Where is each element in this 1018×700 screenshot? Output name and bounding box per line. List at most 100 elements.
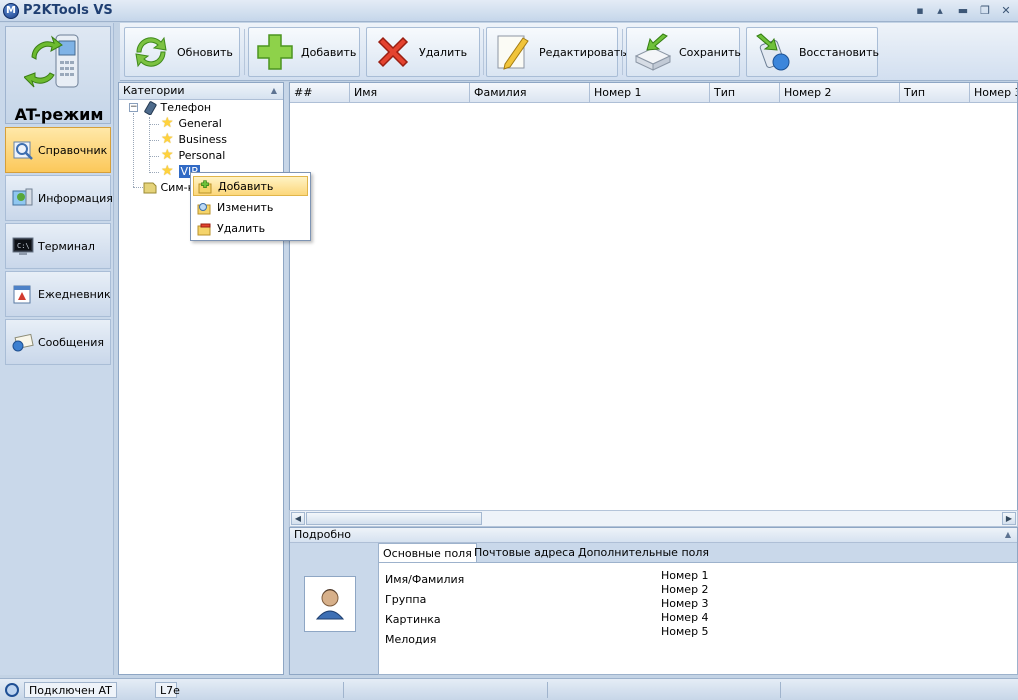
info-icon: [12, 188, 33, 206]
field-label-number5: Номер 5: [661, 625, 709, 638]
field-label-ringtone: Мелодия: [385, 633, 437, 646]
toolbar-separator: [483, 29, 484, 75]
delete-folder-icon: [197, 223, 211, 236]
tab-extra-fields[interactable]: Дополнительные поля: [574, 543, 713, 563]
app-logo-icon: [3, 3, 19, 19]
tree-node-business[interactable]: ★ Business: [161, 132, 227, 148]
system-menu-icon[interactable]: ▪: [912, 4, 928, 18]
tab-main-fields[interactable]: Основные поля: [378, 543, 477, 563]
terminal-icon: C:\: [12, 237, 34, 255]
nav-messages[interactable]: Сообщения: [5, 319, 111, 365]
tree-node-phone[interactable]: Телефон: [143, 100, 211, 116]
panel-splitter[interactable]: [284, 82, 288, 675]
person-avatar-icon: [315, 589, 345, 620]
svg-text:C:\: C:\: [17, 242, 30, 250]
scroll-right-arrow-icon[interactable]: ▶: [1002, 512, 1016, 525]
tree-expander-phone[interactable]: −: [129, 103, 138, 112]
phone-model: L7e: [155, 682, 180, 698]
collapse-arrow-icon[interactable]: ▲: [1005, 528, 1011, 542]
collapse-icon[interactable]: ▴: [932, 4, 948, 18]
scroll-thumb[interactable]: [306, 512, 482, 525]
nav-information-label: Информация: [38, 191, 113, 205]
edit-button-label: Редактировать: [539, 45, 627, 59]
add-folder-icon: [198, 180, 212, 194]
phone-sync-icon: [24, 34, 79, 88]
status-divider: [780, 682, 781, 698]
save-button-label: Сохранить: [679, 45, 741, 59]
nav-messages-label: Сообщения: [38, 335, 105, 349]
connection-status: Подключен AT: [24, 682, 117, 698]
field-label-picture: Картинка: [385, 613, 441, 626]
tree-node-business-label: Business: [178, 133, 228, 146]
edit-folder-icon: [197, 203, 211, 215]
phonebook-icon: [13, 141, 33, 160]
restore-button[interactable]: Восстановить: [746, 27, 879, 77]
minimize-button[interactable]: ▬: [955, 4, 971, 18]
nav-terminal[interactable]: C:\ Терминал: [5, 223, 111, 269]
details-title: Подробно: [294, 528, 352, 541]
context-menu-edit-label: Изменить: [217, 201, 274, 214]
status-divider: [547, 682, 548, 698]
column-header-name[interactable]: Имя: [350, 83, 470, 103]
delete-x-icon: [377, 36, 409, 68]
context-menu-add[interactable]: Добавить: [193, 176, 308, 196]
edit-button[interactable]: Редактировать: [486, 27, 627, 77]
nav-organizer[interactable]: Ежедневник: [5, 271, 111, 317]
context-menu-edit[interactable]: Изменить: [193, 198, 308, 218]
column-header-number3[interactable]: Номер 3: [970, 83, 1017, 103]
field-label-number3: Номер 3: [661, 597, 709, 610]
context-menu-delete-label: Удалить: [217, 222, 266, 235]
title-bar: P2KTools VS ▪ ▴ ▬ ❐ ✕: [0, 0, 1018, 22]
column-header-surname[interactable]: Фамилия: [470, 83, 590, 103]
status-bar: Подключен AT L7e: [0, 678, 1018, 700]
at-mode-panel[interactable]: AT-режим: [5, 26, 111, 124]
context-menu-delete[interactable]: Удалить: [193, 219, 308, 239]
column-header-number1[interactable]: Номер 1: [590, 83, 710, 103]
category-context-menu: Добавить Изменить Удалить: [190, 172, 311, 241]
contact-picture[interactable]: [304, 576, 356, 632]
column-header-number[interactable]: ##: [290, 83, 350, 103]
scroll-left-arrow-icon[interactable]: ◀: [291, 512, 305, 525]
details-main-fields: Имя/Фамилия Группа Картинка Мелодия Номе…: [378, 562, 1018, 675]
collapse-arrow-icon[interactable]: ▲: [271, 83, 277, 99]
grid-horizontal-scrollbar[interactable]: ◀ ▶: [289, 510, 1018, 527]
tree-line: [133, 187, 143, 188]
left-navigation: AT-режим Справочник Информация C:\ Терми…: [0, 23, 114, 675]
restore-button-label: Восстановить: [799, 45, 879, 59]
toolbar-separator: [244, 29, 245, 75]
nav-phonebook-label: Справочник: [38, 143, 108, 157]
contacts-grid: ## Имя Фамилия Номер 1 Тип Номер 2 Тип Н…: [289, 82, 1018, 527]
field-label-number1: Номер 1: [661, 569, 709, 582]
main-toolbar: Обновить Добавить Удалить Редактировать …: [120, 23, 1018, 81]
refresh-icon: [135, 36, 167, 68]
tree-node-general[interactable]: ★ General: [161, 116, 222, 132]
delete-button-label: Удалить: [419, 45, 468, 59]
maximize-button[interactable]: ❐: [977, 4, 993, 18]
add-button-label: Добавить: [301, 45, 357, 59]
add-button[interactable]: Добавить: [248, 27, 360, 77]
categories-panel: Категории ▲ − Телефон ★ General ★ Busine…: [118, 82, 284, 675]
nav-information[interactable]: Информация: [5, 175, 113, 221]
group-star-icon: ★: [161, 163, 174, 179]
tab-mail-addresses[interactable]: Почтовые адреса: [470, 543, 579, 563]
field-label-number2: Номер 2: [661, 583, 709, 596]
details-header: Подробно ▲: [290, 528, 1017, 543]
tree-node-sim[interactable]: Сим-к: [143, 180, 194, 196]
save-device-icon: [634, 33, 672, 71]
restore-icon: [756, 33, 790, 71]
save-button[interactable]: Сохранить: [626, 27, 741, 77]
phone-icon: [144, 101, 157, 116]
column-header-type1[interactable]: Тип: [710, 83, 780, 103]
field-label-full-name: Имя/Фамилия: [385, 573, 465, 586]
close-button[interactable]: ✕: [998, 4, 1014, 18]
nav-phonebook[interactable]: Справочник: [5, 127, 111, 173]
refresh-button[interactable]: Обновить: [124, 27, 240, 77]
column-header-type2[interactable]: Тип: [900, 83, 970, 103]
column-header-number2[interactable]: Номер 2: [780, 83, 900, 103]
group-star-icon: ★: [161, 131, 174, 147]
delete-button[interactable]: Удалить: [366, 27, 480, 77]
tree-node-personal[interactable]: ★ Personal: [161, 148, 225, 164]
categories-title: Категории: [123, 84, 185, 97]
edit-pencil-icon: [497, 35, 529, 70]
tree-node-personal-label: Personal: [178, 149, 226, 162]
